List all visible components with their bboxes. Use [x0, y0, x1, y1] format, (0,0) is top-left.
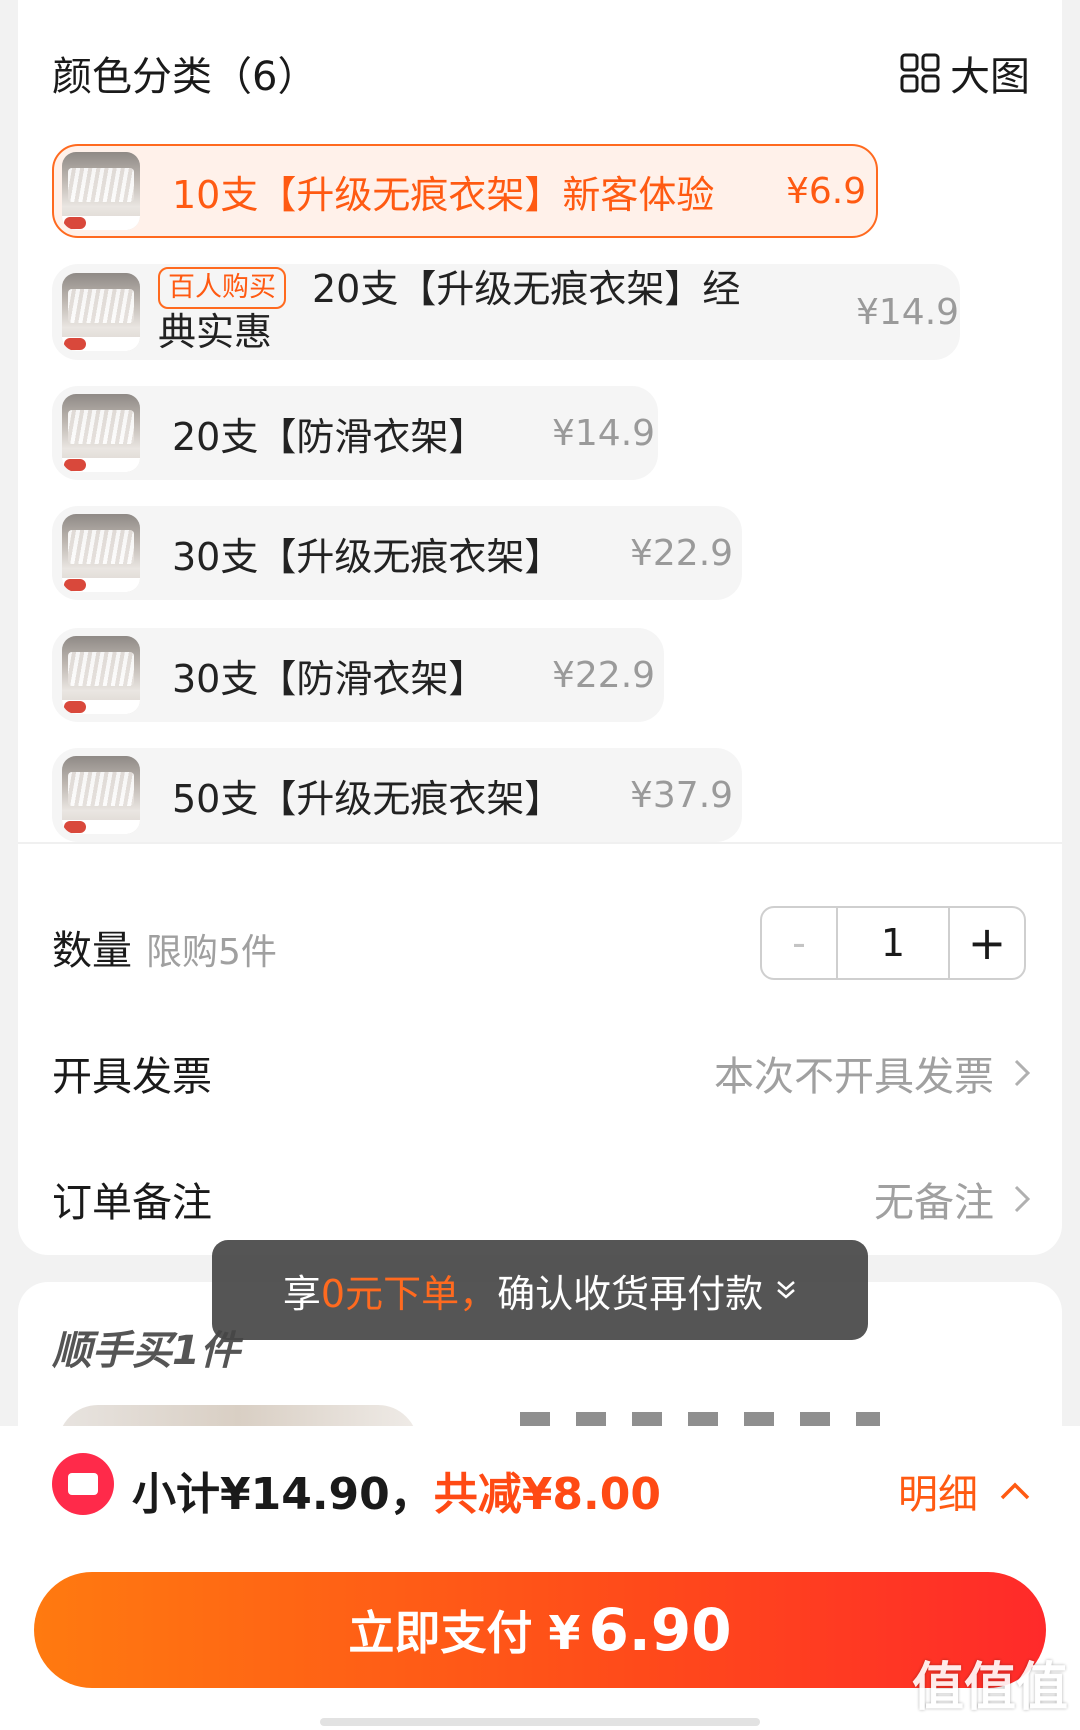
big-view-button[interactable]: 大图 [900, 44, 1030, 102]
sku-price: ¥37.9 [630, 774, 734, 816]
invoice-value: 本次不开具发票 [714, 1054, 994, 1100]
pay-later-toast[interactable]: 享 0元下单， 确认收货再付款 [212, 1240, 868, 1340]
sku-price: ¥14.9 [856, 291, 960, 333]
pay-now-button[interactable]: 立即支付 ¥6.90 [34, 1572, 1046, 1688]
toast-prefix: 享 [282, 1271, 321, 1316]
sku-option-3[interactable]: 20支【防滑衣架】 ¥14.9 [52, 386, 658, 480]
sku-price: ¥22.9 [630, 532, 734, 574]
detail-toggle[interactable]: 明细 [898, 1462, 1030, 1520]
grid-icon [900, 53, 940, 93]
toast-suffix: 确认收货再付款 [497, 1271, 764, 1316]
toast-highlight: 0元下单， [320, 1271, 498, 1316]
home-indicator[interactable] [320, 1718, 760, 1726]
sku-thumbnail [62, 756, 140, 834]
sku-price: ¥22.9 [552, 654, 656, 696]
subtotal-amount: 小计¥14.90， [132, 1469, 434, 1520]
watermark-logo: 值值值 [911, 1658, 1068, 1718]
sku-price: ¥6.9 [786, 170, 867, 212]
quantity-limit: 限购5件 [146, 932, 277, 973]
sku-option-6[interactable]: 50支【升级无痕衣架】 ¥37.9 [52, 748, 742, 842]
sku-label: 30支【防滑衣架】 [172, 656, 487, 701]
sku-thumbnail [62, 636, 140, 714]
sku-option-5[interactable]: 30支【防滑衣架】 ¥22.9 [52, 628, 664, 722]
invoice-selector[interactable]: 本次不开具发票 [714, 1044, 1030, 1102]
sku-label: 20支【防滑衣架】 [172, 414, 487, 459]
chevron-up-icon [1000, 1482, 1030, 1500]
detail-label: 明细 [898, 1472, 978, 1518]
chevron-right-icon [1014, 1185, 1030, 1213]
remark-selector[interactable]: 无备注 [874, 1170, 1030, 1228]
subtotal-text: 小计¥14.90，共减¥8.00 [132, 1458, 661, 1522]
sku-label: 50支【升级无痕衣架】 [172, 776, 563, 821]
sku-label: 30支【升级无痕衣架】 [172, 534, 563, 579]
big-view-label: 大图 [950, 54, 1030, 100]
quantity-input[interactable]: 1 [838, 908, 950, 978]
coupon-icon [52, 1453, 114, 1515]
discount-amount: 共减¥8.00 [433, 1469, 661, 1520]
sku-option-1[interactable]: 10支【升级无痕衣架】新客体验 ¥6.9 [52, 144, 878, 238]
decrease-button[interactable]: - [762, 908, 838, 978]
increase-button[interactable]: + [950, 908, 1024, 978]
quantity-stepper: - 1 + [760, 906, 1026, 980]
sku-thumbnail [62, 514, 140, 592]
sku-label-line1: 20支【升级无痕衣架】经 [312, 267, 741, 311]
remark-label: 订单备注 [52, 1180, 212, 1226]
sku-label-line2: 典实惠 [158, 310, 273, 354]
invoice-label: 开具发票 [52, 1054, 212, 1100]
quantity-row: 数量 限购5件 [52, 918, 277, 976]
sku-thumbnail [62, 152, 140, 230]
sku-option-2[interactable]: 百人购买 20支【升级无痕衣架】经 典实惠 ¥14.9 [52, 264, 960, 360]
pay-button-label: 立即支付 ¥ [348, 1606, 581, 1660]
section-title: 颜色分类（6） [52, 54, 318, 100]
pay-button-amount: 6.90 [588, 1596, 732, 1664]
double-chevron-down-icon [777, 1281, 795, 1299]
quantity-label: 数量 [52, 928, 132, 974]
sku-thumbnail [62, 273, 140, 351]
chevron-right-icon [1014, 1059, 1030, 1087]
sku-price: ¥14.9 [552, 412, 656, 454]
remark-value: 无备注 [874, 1180, 994, 1226]
divider [18, 842, 1062, 844]
popular-badge: 百人购买 [158, 267, 286, 309]
sku-label: 10支【升级无痕衣架】新客体验 [172, 172, 715, 217]
sku-option-4[interactable]: 30支【升级无痕衣架】 ¥22.9 [52, 506, 742, 600]
sku-thumbnail [62, 394, 140, 472]
